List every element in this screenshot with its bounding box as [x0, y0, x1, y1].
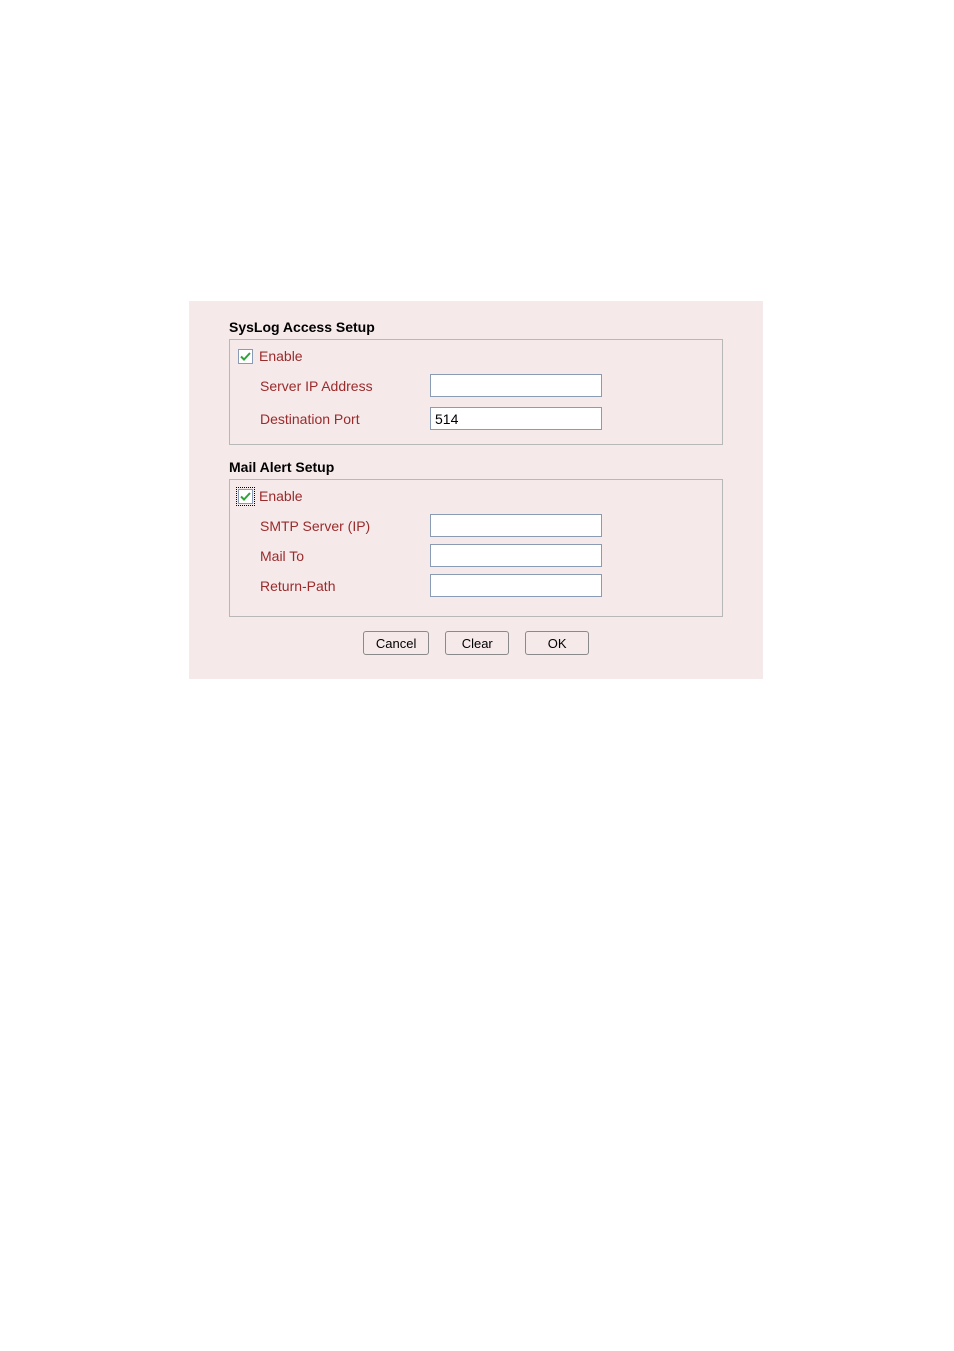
button-row: Cancel Clear OK	[229, 631, 723, 655]
syslog-enable-row: Enable	[238, 348, 714, 364]
syslog-server-ip-input[interactable]	[430, 374, 602, 397]
mail-mailto-label: Mail To	[260, 548, 430, 564]
syslog-dest-port-label: Destination Port	[260, 411, 430, 427]
mail-enable-row: Enable	[238, 488, 714, 504]
syslog-enable-checkbox[interactable]	[238, 349, 253, 364]
mail-enable-checkbox[interactable]	[238, 489, 253, 504]
mail-section: Enable SMTP Server (IP) Mail To Return-P…	[229, 479, 723, 617]
mail-section-title: Mail Alert Setup	[229, 459, 723, 475]
mail-return-label: Return-Path	[260, 578, 430, 594]
clear-button[interactable]: Clear	[445, 631, 509, 655]
cancel-button[interactable]: Cancel	[363, 631, 429, 655]
syslog-enable-label: Enable	[259, 348, 303, 364]
mail-mailto-input[interactable]	[430, 544, 602, 567]
settings-panel: SysLog Access Setup Enable Server IP Add…	[189, 301, 763, 679]
syslog-section-title: SysLog Access Setup	[229, 319, 723, 335]
syslog-dest-port-row: Destination Port	[260, 407, 714, 430]
syslog-section: Enable Server IP Address Destination Por…	[229, 339, 723, 445]
syslog-server-ip-row: Server IP Address	[260, 374, 714, 397]
mail-mailto-row: Mail To	[260, 544, 714, 567]
mail-smtp-input[interactable]	[430, 514, 602, 537]
syslog-dest-port-input[interactable]	[430, 407, 602, 430]
mail-return-input[interactable]	[430, 574, 602, 597]
mail-return-row: Return-Path	[260, 574, 714, 597]
syslog-server-ip-label: Server IP Address	[260, 378, 430, 394]
mail-smtp-row: SMTP Server (IP)	[260, 514, 714, 537]
mail-enable-label: Enable	[259, 488, 303, 504]
ok-button[interactable]: OK	[525, 631, 589, 655]
mail-smtp-label: SMTP Server (IP)	[260, 518, 430, 534]
